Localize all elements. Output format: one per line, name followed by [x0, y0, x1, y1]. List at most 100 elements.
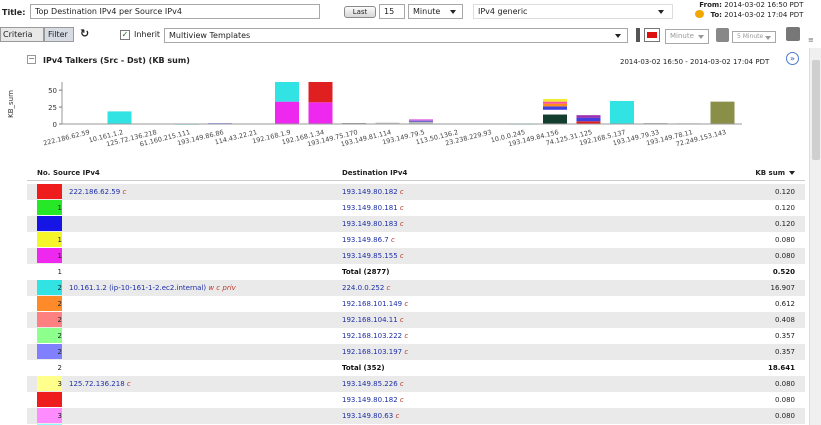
- kb-sum-value: 0.080: [774, 412, 795, 420]
- destination-ip-link[interactable]: 193.149.85.226 c: [342, 376, 404, 392]
- table-row[interactable]: 1 193.149.86.7 c 0.080: [27, 232, 805, 248]
- multiview-select[interactable]: Multiview Templates: [164, 28, 628, 43]
- destination-flag[interactable]: c: [387, 284, 391, 292]
- title-input[interactable]: Top Destination IPv4 per Source IPv4: [30, 4, 320, 19]
- col-destination[interactable]: Destination IPv4: [342, 165, 407, 181]
- destination-flag[interactable]: c: [400, 188, 404, 196]
- destination-flag[interactable]: c: [404, 300, 408, 308]
- row-number: 1: [57, 236, 62, 244]
- destination-flag[interactable]: c: [391, 236, 395, 244]
- row-number: 3: [57, 380, 62, 388]
- table-row[interactable]: 222.186.62.59 c 193.149.80.182 c 0.120: [27, 184, 805, 200]
- destination-ip-link[interactable]: 193.149.80.182 c: [342, 184, 404, 200]
- kb-sum-value: 0.357: [774, 348, 795, 356]
- chart-bar-segment: [409, 120, 433, 122]
- destination-flag[interactable]: c: [400, 220, 404, 228]
- table-row[interactable]: 2 192.168.103.222 c 0.357: [27, 328, 805, 344]
- inherit-label: Inherit: [134, 30, 161, 39]
- color-picker-button[interactable]: [644, 28, 660, 42]
- template-select[interactable]: IPv4 generic: [473, 4, 673, 19]
- destination-ip-link[interactable]: 224.0.0.252 c: [342, 280, 390, 296]
- destination-ip-link[interactable]: 193.149.80.183 c: [342, 216, 404, 232]
- row-number: 3: [57, 412, 62, 420]
- destination-ip-link[interactable]: 193.149.80.181 c: [342, 200, 404, 216]
- unit-select[interactable]: Minute: [408, 4, 463, 19]
- col-no[interactable]: No.: [37, 165, 50, 181]
- destination-ip-link[interactable]: 192.168.104.11 c: [342, 312, 404, 328]
- last-count-input[interactable]: 15: [379, 4, 405, 19]
- granularity-value-2: 5 Minute: [737, 33, 764, 40]
- unit-select-value: Minute: [413, 7, 441, 16]
- table-row[interactable]: 3 125.72.136.218 c 193.149.85.226 c 0.080: [27, 376, 805, 392]
- chart-bar-segment: [543, 103, 567, 107]
- destination-flag[interactable]: c: [400, 380, 404, 388]
- destination-ip-link[interactable]: 193.149.86.7 c: [342, 232, 395, 248]
- group-total-label: Total (2877): [342, 268, 390, 276]
- refresh-icon[interactable]: ↻: [80, 27, 89, 40]
- table-row[interactable]: 2 192.168.104.11 c 0.408: [27, 312, 805, 328]
- table-row[interactable]: 2 10.161.1.2 (ip-10-161-1-2.ec2.internal)…: [27, 280, 805, 296]
- from-label: From:: [699, 1, 722, 9]
- chart-bar-segment: [409, 119, 433, 121]
- splitter-handle[interactable]: ≡: [808, 36, 820, 48]
- table-row[interactable]: 193.149.80.183 c 0.120: [27, 216, 805, 232]
- source-ip-link[interactable]: 125.72.136.218 c: [69, 376, 131, 392]
- table-row[interactable]: 2 Total (352) 18.641: [27, 360, 805, 376]
- source-flag[interactable]: c: [122, 188, 126, 196]
- expand-panel-icon[interactable]: »: [786, 52, 799, 65]
- source-flag[interactable]: c: [127, 380, 131, 388]
- col-source[interactable]: Source IPv4: [53, 165, 100, 181]
- last-button[interactable]: Last: [344, 6, 376, 18]
- table-row[interactable]: 2 192.168.103.197 c 0.357: [27, 344, 805, 360]
- title-label: Title:: [2, 8, 26, 17]
- inherit-checkbox[interactable]: ✓: [120, 30, 130, 40]
- chart-type-icon[interactable]: [716, 28, 729, 42]
- granularity-select-2[interactable]: 5 Minute: [732, 31, 776, 43]
- destination-flag[interactable]: c: [400, 396, 404, 404]
- source-ip-link[interactable]: 10.161.1.2 (ip-10-161-1-2.ec2.internal) …: [69, 280, 236, 296]
- tab-filter[interactable]: Filter: [44, 27, 74, 42]
- sort-desc-icon[interactable]: [789, 171, 795, 175]
- table-row[interactable]: 1 193.149.85.155 c 0.080: [27, 248, 805, 264]
- from-value: 2014-03-02 16:50 PDT: [724, 1, 804, 9]
- vertical-scrollbar[interactable]: [809, 48, 821, 425]
- chart-bar-segment: [576, 117, 601, 122]
- tab-criteria[interactable]: Criteria: [0, 27, 44, 42]
- collapse-icon[interactable]: −: [27, 55, 36, 64]
- kb-sum-value: 0.080: [774, 396, 795, 404]
- granularity-select-1[interactable]: Minute: [665, 29, 709, 44]
- destination-ip-link[interactable]: 192.168.103.197 c: [342, 344, 408, 360]
- table-row[interactable]: 3 193.149.80.63 c 0.080: [27, 408, 805, 424]
- destination-flag[interactable]: c: [404, 332, 408, 340]
- export-icon[interactable]: [786, 27, 800, 41]
- destination-ip-link[interactable]: 193.149.80.182 c: [342, 392, 404, 408]
- chart-bar-segment: [543, 114, 567, 124]
- kb-sum-value: 16.907: [770, 284, 796, 292]
- destination-flag[interactable]: c: [395, 412, 399, 420]
- destination-ip-link[interactable]: 192.168.101.149 c: [342, 296, 408, 312]
- table-row[interactable]: 1 Total (2877) 0.520: [27, 264, 805, 280]
- destination-flag[interactable]: c: [400, 204, 404, 212]
- kb-sum-value: 0.520: [772, 268, 795, 276]
- row-number: 2: [57, 284, 62, 292]
- chevron-down-icon: [698, 35, 704, 39]
- destination-ip-link[interactable]: 193.149.85.155 c: [342, 248, 404, 264]
- destination-flag[interactable]: c: [400, 316, 404, 324]
- destination-flag[interactable]: c: [400, 252, 404, 260]
- col-kb-sum[interactable]: KB sum: [755, 165, 785, 181]
- source-flag[interactable]: w c priv: [208, 284, 235, 292]
- source-ip-link[interactable]: 222.186.62.59 c: [69, 184, 126, 200]
- destination-ip-link[interactable]: 192.168.103.222 c: [342, 328, 408, 344]
- table-row[interactable]: 1 193.149.80.181 c 0.120: [27, 200, 805, 216]
- color-swatch: [37, 184, 62, 199]
- kb-sum-value: 0.080: [774, 252, 795, 260]
- destination-ip-link[interactable]: 193.149.80.63 c: [342, 408, 399, 424]
- scrollbar-thumb[interactable]: [812, 60, 820, 160]
- row-number: 1: [57, 268, 62, 276]
- destination-flag[interactable]: c: [404, 348, 408, 356]
- panel-title: IPv4 Talkers (Src - Dst) (KB sum): [43, 56, 190, 65]
- table-row[interactable]: 2 192.168.101.149 c 0.612: [27, 296, 805, 312]
- table-row[interactable]: 193.149.80.182 c 0.080: [27, 392, 805, 408]
- row-number: 2: [57, 348, 62, 356]
- clock-icon[interactable]: [695, 10, 704, 18]
